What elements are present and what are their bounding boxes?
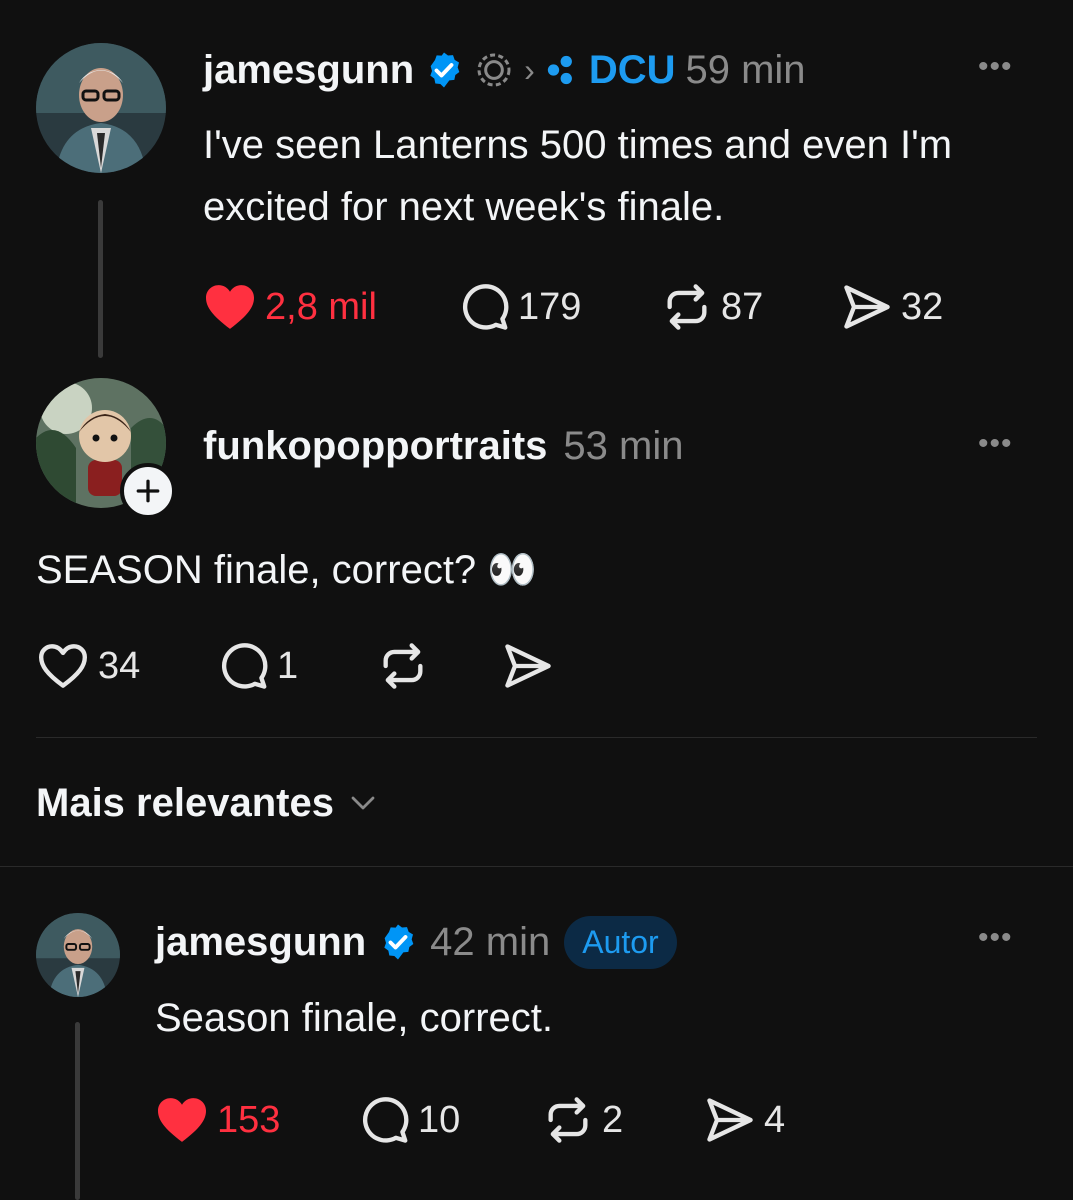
heart-filled-icon xyxy=(155,1096,209,1144)
heart-outline-icon xyxy=(36,642,90,690)
follow-button[interactable] xyxy=(120,463,176,519)
send-icon xyxy=(841,281,893,333)
reply-text: Season finale, correct. xyxy=(155,996,553,1040)
avatar-jamesgunn[interactable] xyxy=(36,913,120,997)
reply-button[interactable]: 179 xyxy=(458,281,661,333)
thread-line xyxy=(75,1022,80,1200)
username[interactable]: jamesgunn xyxy=(155,920,366,965)
reply-time: 42 min xyxy=(430,919,551,964)
like-button[interactable]: 34 xyxy=(36,642,217,690)
chevron-down-icon xyxy=(348,788,378,818)
portrait-image xyxy=(36,43,166,173)
repost-button[interactable]: 2 xyxy=(542,1094,704,1146)
send-icon xyxy=(502,640,554,692)
share-button[interactable] xyxy=(502,640,554,692)
reply-text: SEASON finale, correct? 👀 xyxy=(36,548,538,592)
repost-count: 2 xyxy=(602,1098,624,1141)
username[interactable]: jamesgunn xyxy=(203,48,414,93)
divider xyxy=(0,866,1073,867)
share-count: 4 xyxy=(764,1098,786,1141)
community-icon xyxy=(545,53,579,87)
reply-header: jamesgunn 42 min Autor xyxy=(155,914,677,970)
post-time: 59 min xyxy=(685,47,806,92)
thread-line xyxy=(98,200,103,358)
share-button[interactable]: 4 xyxy=(704,1094,785,1146)
heart-filled-icon xyxy=(203,283,257,331)
share-button[interactable]: 32 xyxy=(841,281,943,333)
reply-time: 53 min xyxy=(563,423,684,468)
verified-icon xyxy=(424,50,464,90)
sort-label: Mais relevantes xyxy=(36,780,334,825)
more-options-icon[interactable]: ••• xyxy=(978,427,1013,461)
portrait-image xyxy=(36,913,120,997)
username[interactable]: funkopopportraits xyxy=(203,424,547,469)
repost-icon xyxy=(377,640,429,692)
chevron-right-icon: › xyxy=(524,51,535,88)
reply-count: 179 xyxy=(518,285,582,328)
like-count: 34 xyxy=(98,644,141,687)
repost-icon xyxy=(542,1094,594,1146)
comment-icon xyxy=(358,1094,410,1146)
reply-actions: 34 1 xyxy=(36,638,554,694)
divider xyxy=(36,737,1037,738)
reply-count: 1 xyxy=(277,644,299,687)
community-name[interactable]: DCU xyxy=(589,48,676,93)
reply-header: funkopopportraits 53 min xyxy=(203,420,683,472)
reply-count: 10 xyxy=(418,1098,461,1141)
post-header: jamesgunn › DCU 59 min xyxy=(203,44,806,96)
reply-button[interactable]: 10 xyxy=(358,1094,542,1146)
repost-button[interactable]: 87 xyxy=(661,281,841,333)
comment-icon xyxy=(217,640,269,692)
more-options-icon[interactable]: ••• xyxy=(978,50,1013,84)
post-text-line: I've seen Lanterns 500 times and even I'… xyxy=(203,123,953,167)
post-actions: 2,8 mil 179 87 32 xyxy=(203,280,943,334)
send-icon xyxy=(704,1094,756,1146)
post-text: I've seen Lanterns 500 times and even I'… xyxy=(203,114,952,238)
like-count: 2,8 mil xyxy=(265,285,377,328)
threads-icon xyxy=(474,50,514,90)
more-options-icon[interactable]: ••• xyxy=(978,921,1013,955)
post-text-line: excited for next week's finale. xyxy=(203,185,725,229)
share-count: 32 xyxy=(901,285,944,328)
sort-dropdown[interactable]: Mais relevantes xyxy=(36,775,378,831)
repost-button[interactable] xyxy=(377,640,502,692)
like-button[interactable]: 153 xyxy=(155,1096,358,1144)
comment-icon xyxy=(458,281,510,333)
like-button[interactable]: 2,8 mil xyxy=(203,283,458,331)
like-count: 153 xyxy=(217,1098,281,1141)
repost-count: 87 xyxy=(721,285,764,328)
repost-icon xyxy=(661,281,713,333)
author-badge: Autor xyxy=(564,915,677,969)
verified-icon xyxy=(378,922,418,962)
reply-button[interactable]: 1 xyxy=(217,640,377,692)
avatar-jamesgunn[interactable] xyxy=(36,43,166,173)
plus-icon xyxy=(135,478,161,504)
reply-actions: 153 10 2 4 xyxy=(155,1092,785,1148)
